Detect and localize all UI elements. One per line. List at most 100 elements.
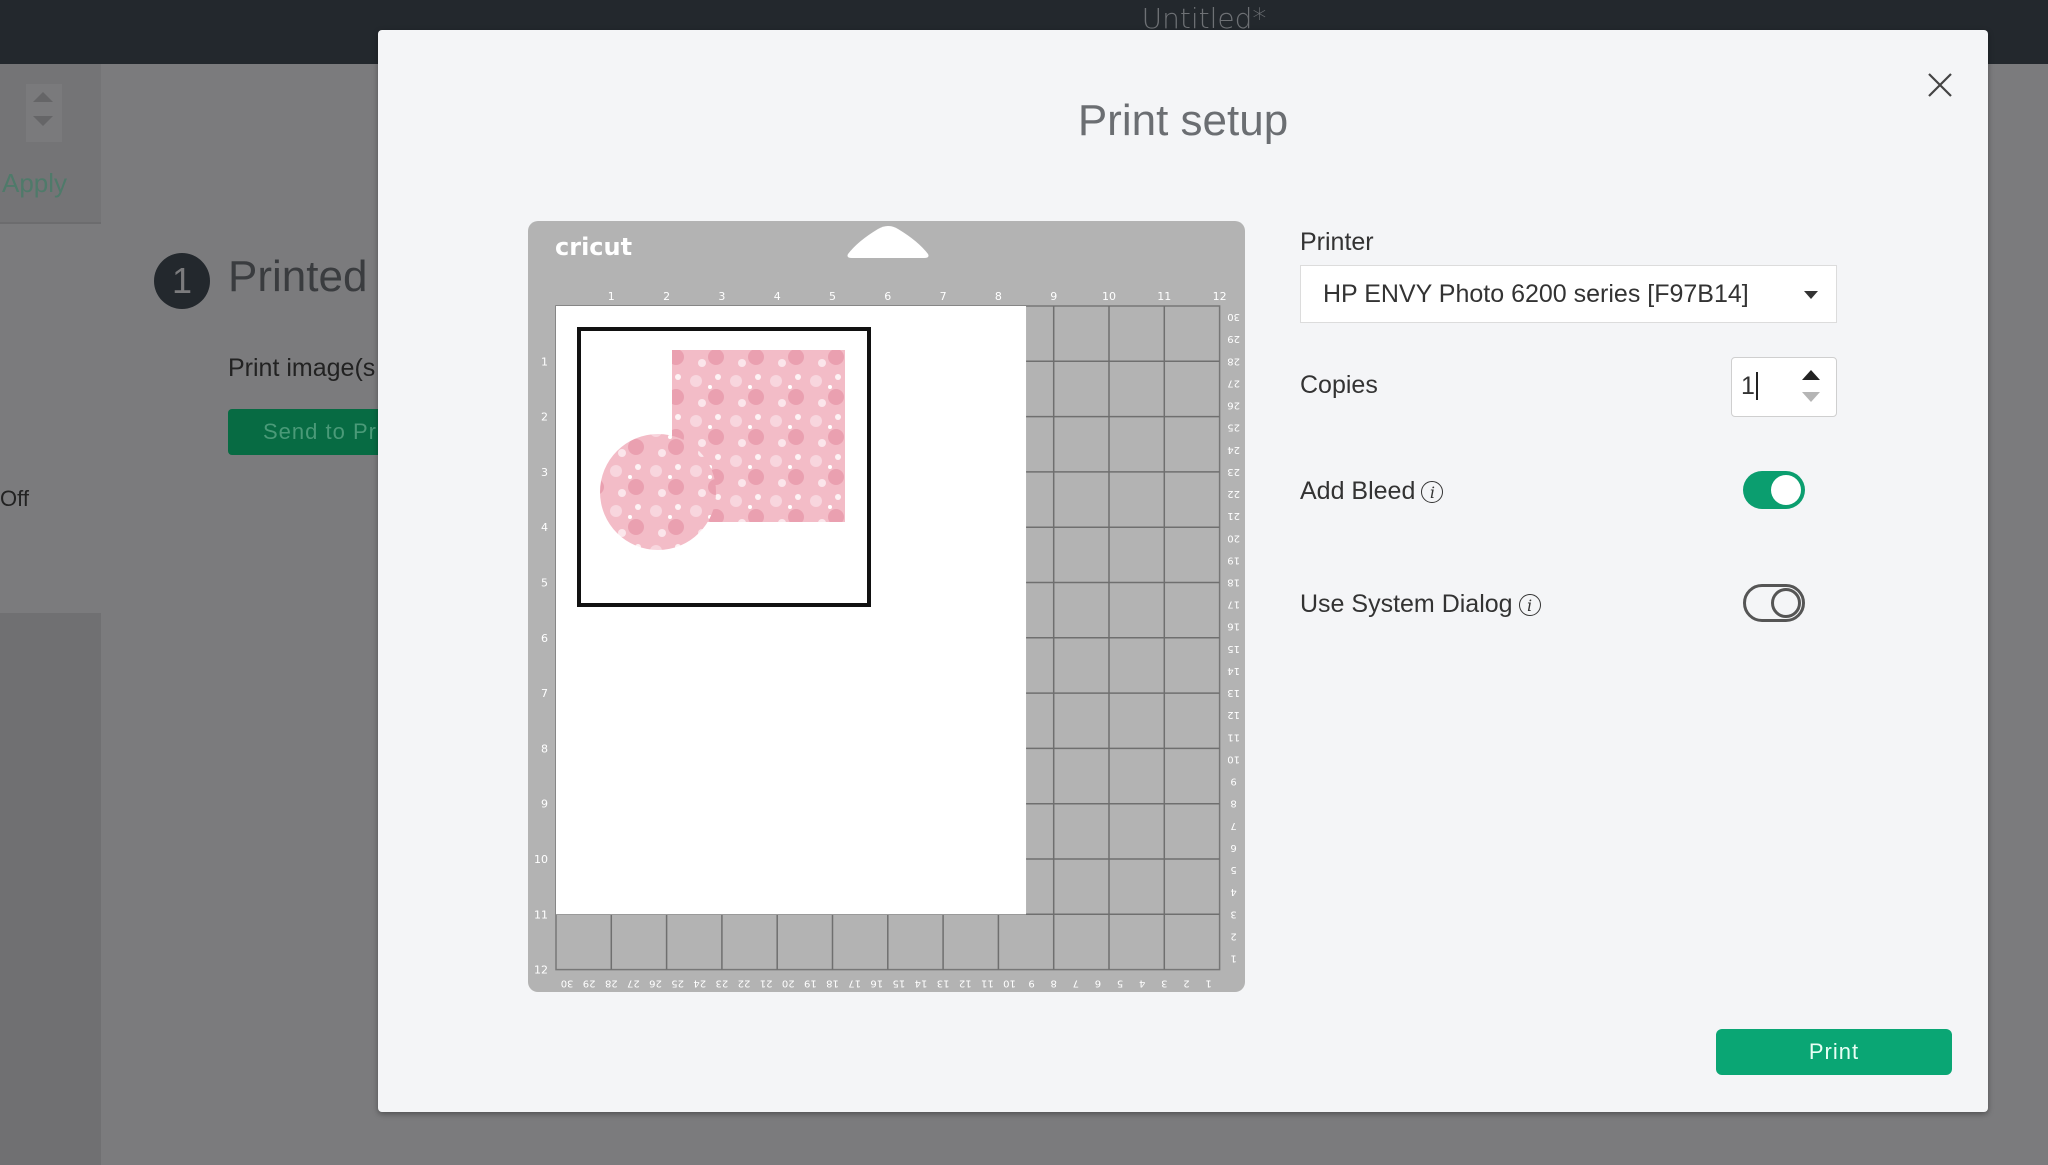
ruler-tick-label: 29 — [583, 978, 596, 989]
ruler-tick-label: 14 — [915, 978, 928, 989]
increment-icon[interactable] — [1802, 370, 1820, 380]
circle-image — [600, 434, 716, 550]
mat-graphic: cricut 1 2 3 4 5 6 7 8 9 10 11 12123456789101112302… — [534, 226, 1240, 989]
close-button[interactable] — [1926, 71, 1954, 99]
ruler-tick-label: 8 — [995, 290, 1002, 303]
mat-notch — [847, 226, 929, 258]
ruler-tick-label: 23 — [716, 978, 729, 989]
ruler-tick-label: 23 — [1227, 466, 1240, 477]
copies-label: Copies — [1300, 371, 1378, 399]
ruler-tick-label: 4 — [541, 521, 548, 534]
ruler-tick-label: 11 — [1227, 731, 1240, 742]
info-icon[interactable]: i — [1421, 481, 1444, 504]
ruler-tick-label: 19 — [1227, 554, 1240, 565]
background-stepper[interactable] — [26, 84, 62, 142]
decrement-icon[interactable] — [1802, 392, 1820, 402]
copies-value[interactable]: 1 — [1741, 372, 1758, 400]
ruler-tick-label: 5 — [1230, 864, 1236, 875]
ruler-tick-label: 12 — [1213, 290, 1227, 303]
ruler-tick-label: 29 — [1227, 333, 1240, 344]
print-button[interactable]: Print — [1716, 1029, 1952, 1075]
ruler-tick-label: 4 — [1139, 978, 1145, 989]
ruler-tick-label: 27 — [627, 978, 640, 989]
ruler-tick-label: 15 — [1227, 643, 1240, 654]
ruler-tick-label: 3 — [718, 290, 725, 303]
ruler-tick-label: 7 — [940, 290, 947, 303]
ruler-tick-label: 13 — [1227, 687, 1240, 698]
ruler-tick-label: 22 — [1227, 488, 1240, 499]
ruler-tick-label: 9 — [541, 798, 548, 811]
ruler-tick-label: 4 — [774, 290, 781, 303]
ruler-tick-label: 21 — [1227, 510, 1240, 521]
stepper-up-icon[interactable] — [33, 92, 53, 102]
ruler-tick-label: 10 — [1227, 753, 1240, 764]
ruler-tick-label: 2 — [1230, 930, 1236, 941]
ruler-tick-label: 25 — [671, 978, 684, 989]
ruler-tick-label: 30 — [1227, 311, 1240, 322]
ruler-tick-label: 11 — [534, 908, 548, 921]
print-setup-dialog: Print setup cricut 1 2 3 4 5 6 7 8 9 10 11 12 1 2 3 4 5 6… — [378, 30, 1988, 1112]
ruler-tick-label: 12 — [959, 978, 972, 989]
ruler-tick-label: 16 — [1227, 621, 1240, 632]
add-bleed-toggle[interactable] — [1743, 471, 1805, 509]
ruler-tick-label: 20 — [1227, 532, 1240, 543]
ruler-tick-label: 10 — [1003, 978, 1016, 989]
ruler-tick-label: 28 — [605, 978, 618, 989]
system-dialog-row: Use System Dialog i — [1300, 590, 1541, 619]
ruler-tick-label: 7 — [1230, 820, 1236, 831]
ruler-tick-label: 18 — [826, 978, 839, 989]
ruler-tick-label: 3 — [1161, 978, 1167, 989]
ruler-tick-label: 4 — [1230, 886, 1236, 897]
apply-button[interactable]: Apply — [2, 168, 67, 199]
ruler-tick-label: 1 — [1205, 978, 1211, 989]
ruler-tick-label: 12 — [1227, 709, 1240, 720]
ruler-tick-label: 15 — [892, 978, 905, 989]
ruler-tick-label: 5 — [541, 577, 548, 590]
ruler-tick-label: 24 — [693, 978, 706, 989]
ruler-tick-label: 8 — [541, 742, 548, 755]
ruler-tick-label: 1 — [1230, 953, 1236, 964]
dialog-title: Print setup — [1077, 96, 1289, 145]
ruler-tick-label: 25 — [1227, 422, 1240, 433]
ruler-tick-label: 8 — [1230, 798, 1236, 809]
system-dialog-toggle[interactable] — [1743, 584, 1805, 622]
ruler-tick-label: 1 — [608, 290, 615, 303]
ruler-tick-label: 17 — [1227, 599, 1240, 610]
ruler-tick-label: 17 — [848, 978, 861, 989]
ruler-tick-label: 27 — [1227, 377, 1240, 388]
ruler-tick-label: 2 — [663, 290, 670, 303]
ruler-tick-label: 28 — [1227, 355, 1240, 366]
ruler-tick-label: 9 — [1050, 290, 1057, 303]
send-to-printer-button[interactable]: Send to Pr — [228, 409, 398, 455]
print-images-label: Print image(s — [228, 354, 376, 382]
stepper-down-icon[interactable] — [33, 116, 53, 126]
ruler-tick-label: 7 — [541, 687, 548, 700]
close-icon[interactable] — [1926, 71, 1954, 99]
ruler-tick-label: 21 — [760, 978, 773, 989]
left-panel-top: Apply — [0, 64, 101, 224]
copies-input[interactable]: 1 — [1731, 357, 1837, 417]
info-icon[interactable]: i — [1518, 594, 1541, 617]
ruler-tick-label: 1 — [541, 355, 548, 368]
toggle-knob — [1771, 475, 1801, 505]
ruler-tick-label: 2 — [541, 411, 548, 424]
ruler-tick-label: 3 — [1230, 908, 1236, 919]
off-label: Off — [0, 486, 29, 511]
ruler-tick-label: 12 — [534, 964, 548, 977]
ruler-tick-label: 26 — [649, 978, 662, 989]
ruler-tick-label: 6 — [541, 632, 548, 645]
left-panel-bottom — [0, 613, 101, 1165]
ruler-tick-label: 2 — [1183, 978, 1189, 989]
printer-select[interactable]: HP ENVY Photo 6200 series [F97B14] — [1300, 265, 1837, 323]
ruler-tick-label: 6 — [1230, 842, 1236, 853]
printer-label: Printer — [1300, 228, 1374, 256]
chevron-down-icon — [1804, 291, 1818, 299]
step-title: Printed — [228, 252, 368, 301]
cricut-logo: cricut — [555, 233, 632, 261]
ruler-tick-label: 22 — [738, 978, 751, 989]
printer-value: HP ENVY Photo 6200 series [F97B14] — [1323, 280, 1749, 308]
ruler-tick-label: 11 — [1157, 290, 1171, 303]
system-dialog-label: Use System Dialog — [1300, 590, 1513, 618]
ruler-tick-label: 3 — [541, 466, 548, 479]
ruler-tick-label: 10 — [1102, 290, 1116, 303]
